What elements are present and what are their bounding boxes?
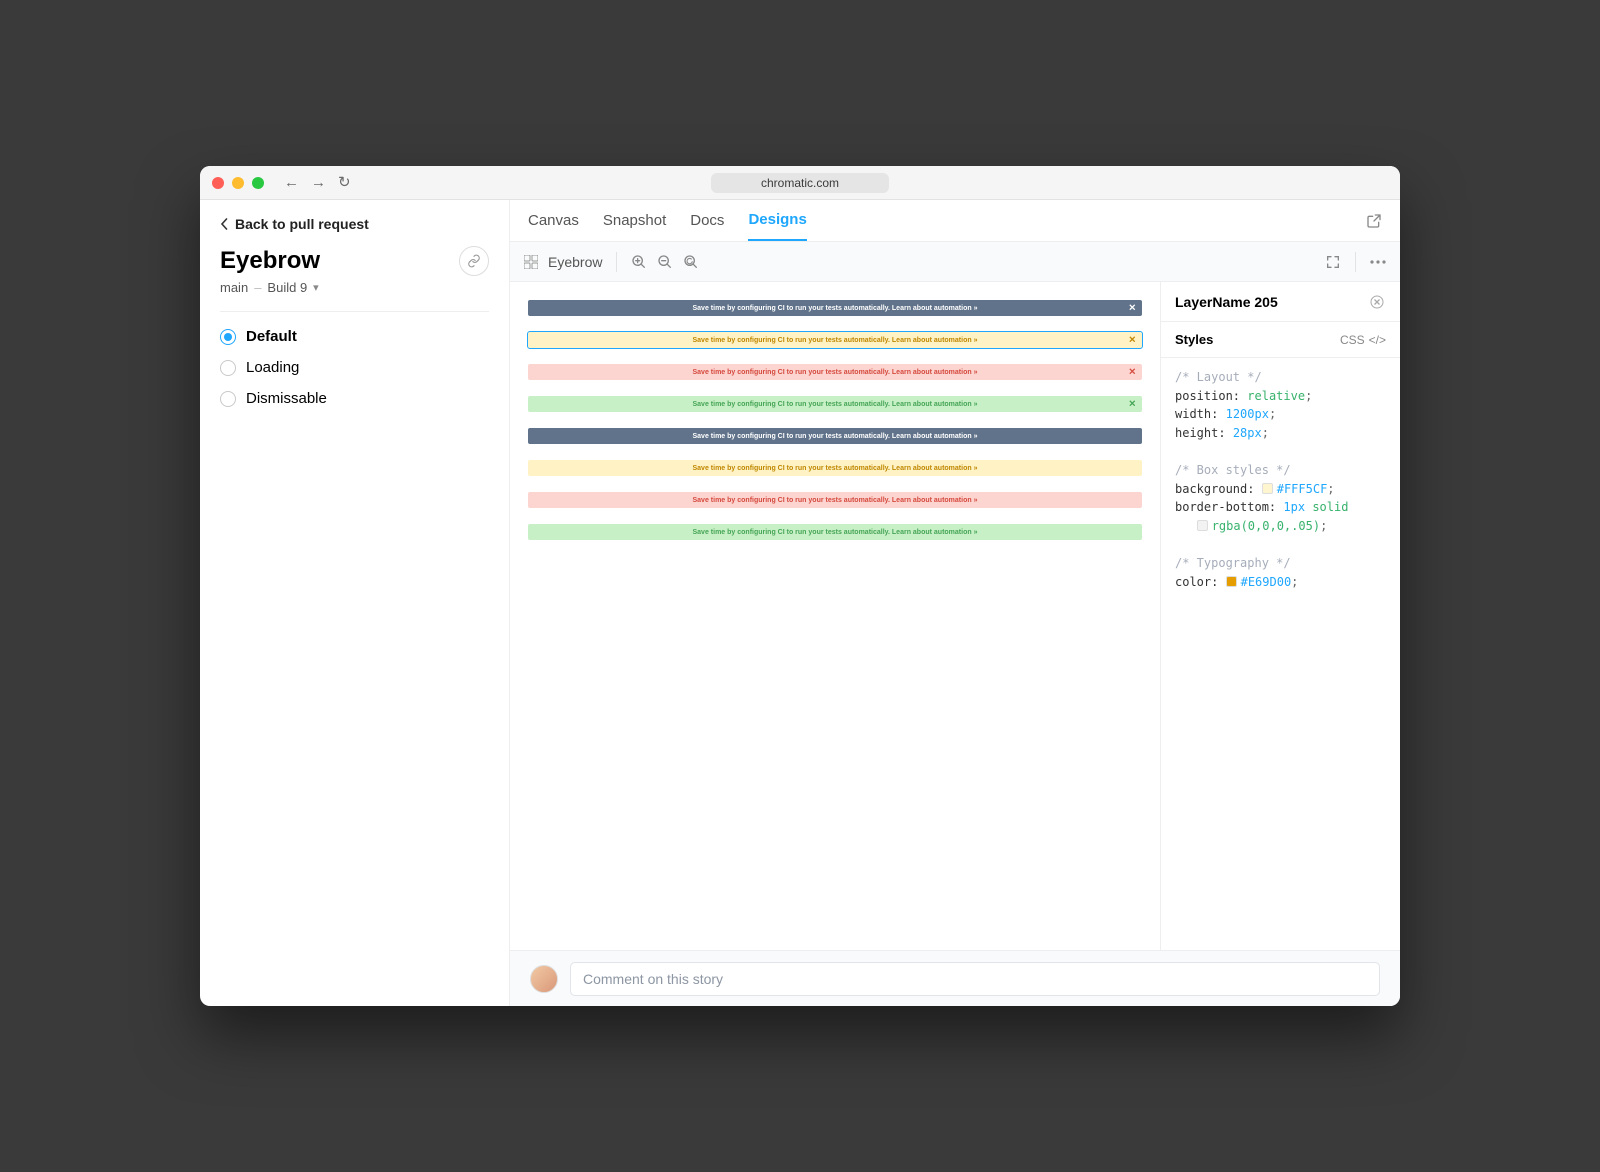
variant-item[interactable]: Default bbox=[220, 328, 489, 345]
toolbar-title: Eyebrow bbox=[548, 254, 602, 270]
eyebrow-bar-green[interactable]: Save time by configuring CI to run your … bbox=[528, 396, 1142, 412]
back-link[interactable]: Back to pull request bbox=[220, 216, 489, 232]
breadcrumb: main – Build 9 ▾ bbox=[220, 280, 489, 295]
tab-docs[interactable]: Docs bbox=[690, 200, 724, 241]
expand-button[interactable] bbox=[1325, 254, 1341, 270]
grid-icon bbox=[524, 255, 538, 269]
toolbar-divider bbox=[616, 252, 617, 272]
tabs: Canvas Snapshot Docs Designs bbox=[510, 200, 1400, 242]
external-link-icon bbox=[1366, 213, 1382, 229]
comment-footer bbox=[510, 950, 1400, 1006]
radio-icon bbox=[220, 329, 236, 345]
divider bbox=[220, 311, 489, 312]
code-icon: </> bbox=[1369, 333, 1386, 347]
breadcrumb-branch[interactable]: main bbox=[220, 280, 248, 295]
radio-icon bbox=[220, 391, 236, 407]
chevron-down-icon[interactable]: ▾ bbox=[313, 281, 319, 294]
variant-list: Default Loading Dismissable bbox=[220, 328, 489, 407]
user-avatar[interactable] bbox=[530, 965, 558, 993]
dismiss-icon[interactable]: ✕ bbox=[1128, 400, 1136, 409]
chevron-left-icon bbox=[220, 218, 229, 230]
more-menu-button[interactable] bbox=[1370, 260, 1386, 264]
nav-back-icon[interactable]: ← bbox=[284, 175, 299, 190]
css-format-toggle[interactable]: CSS </> bbox=[1340, 333, 1386, 347]
css-format-label: CSS bbox=[1340, 333, 1365, 347]
variant-label: Dismissable bbox=[246, 390, 327, 407]
canvas-toolbar: Eyebrow bbox=[510, 242, 1400, 282]
zoom-in-icon bbox=[631, 254, 647, 270]
zoom-out-button[interactable] bbox=[657, 254, 673, 270]
nav-forward-icon[interactable]: → bbox=[311, 175, 326, 190]
titlebar: ← → ↻ chromatic.com bbox=[200, 166, 1400, 200]
tab-canvas[interactable]: Canvas bbox=[528, 200, 579, 241]
copy-link-button[interactable] bbox=[459, 246, 489, 276]
open-external-button[interactable] bbox=[1366, 213, 1382, 229]
window-zoom-button[interactable] bbox=[252, 177, 264, 189]
eyebrow-bar-red[interactable]: Save time by configuring CI to run your … bbox=[528, 364, 1142, 380]
variant-label: Loading bbox=[246, 359, 299, 376]
tab-designs[interactable]: Designs bbox=[748, 200, 806, 241]
page-title: Eyebrow bbox=[220, 247, 320, 275]
window-minimize-button[interactable] bbox=[232, 177, 244, 189]
eyebrow-bar-yellow[interactable]: Save time by configuring CI to run your … bbox=[528, 460, 1142, 476]
traffic-lights bbox=[212, 177, 264, 189]
eyebrow-text: Save time by configuring CI to run your … bbox=[693, 497, 978, 504]
eyebrow-text: Save time by configuring CI to run your … bbox=[693, 337, 978, 344]
variant-item[interactable]: Loading bbox=[220, 359, 489, 376]
expand-icon bbox=[1325, 254, 1341, 270]
eyebrow-bar-gray[interactable]: Save time by configuring CI to run your … bbox=[528, 428, 1142, 444]
sidebar: Back to pull request Eyebrow main – Buil… bbox=[200, 200, 510, 1006]
eyebrow-text: Save time by configuring CI to run your … bbox=[693, 529, 978, 536]
inspector-panel: LayerName 205 Styles CSS </> /* Layout *… bbox=[1160, 282, 1400, 950]
breadcrumb-build[interactable]: Build 9 bbox=[267, 280, 307, 295]
eyebrow-bar-gray[interactable]: Save time by configuring CI to run your … bbox=[528, 300, 1142, 316]
zoom-reset-button[interactable] bbox=[683, 254, 699, 270]
close-circle-icon bbox=[1370, 295, 1384, 309]
nav-reload-icon[interactable]: ↻ bbox=[338, 175, 351, 190]
window-close-button[interactable] bbox=[212, 177, 224, 189]
variant-label: Default bbox=[246, 328, 297, 345]
zoom-in-button[interactable] bbox=[631, 254, 647, 270]
eyebrow-bar-yellow[interactable]: Save time by configuring CI to run your … bbox=[528, 332, 1142, 348]
browser-nav: ← → ↻ bbox=[284, 175, 351, 190]
variant-item[interactable]: Dismissable bbox=[220, 390, 489, 407]
tab-snapshot[interactable]: Snapshot bbox=[603, 200, 666, 241]
back-link-label: Back to pull request bbox=[235, 216, 369, 232]
eyebrow-text: Save time by configuring CI to run your … bbox=[693, 465, 978, 472]
zoom-out-icon bbox=[657, 254, 673, 270]
link-icon bbox=[467, 254, 481, 268]
inspector-close-button[interactable] bbox=[1368, 293, 1386, 311]
eyebrow-text: Save time by configuring CI to run your … bbox=[693, 401, 978, 408]
layer-name: LayerName 205 bbox=[1175, 294, 1278, 310]
css-code: /* Layout */ position: relative; width: … bbox=[1161, 358, 1400, 601]
zoom-reset-icon bbox=[683, 254, 699, 270]
breadcrumb-sep: – bbox=[254, 280, 261, 295]
eyebrow-bar-red[interactable]: Save time by configuring CI to run your … bbox=[528, 492, 1142, 508]
dismiss-icon[interactable]: ✕ bbox=[1128, 304, 1136, 313]
radio-icon bbox=[220, 360, 236, 376]
toolbar-divider bbox=[1355, 252, 1356, 272]
dismiss-icon[interactable]: ✕ bbox=[1128, 336, 1136, 345]
main: Canvas Snapshot Docs Designs Eyebrow bbox=[510, 200, 1400, 1006]
eyebrow-bar-green[interactable]: Save time by configuring CI to run your … bbox=[528, 524, 1142, 540]
eyebrow-text: Save time by configuring CI to run your … bbox=[693, 305, 978, 312]
app-window: ← → ↻ chromatic.com Back to pull request… bbox=[200, 166, 1400, 1006]
url-bar[interactable]: chromatic.com bbox=[711, 173, 889, 193]
comment-input[interactable] bbox=[570, 962, 1380, 996]
ellipsis-icon bbox=[1370, 260, 1386, 264]
inspector-section: Styles bbox=[1175, 332, 1213, 347]
eyebrow-text: Save time by configuring CI to run your … bbox=[693, 433, 978, 440]
dismiss-icon[interactable]: ✕ bbox=[1128, 368, 1136, 377]
design-canvas[interactable]: Save time by configuring CI to run your … bbox=[510, 282, 1160, 950]
eyebrow-text: Save time by configuring CI to run your … bbox=[693, 369, 978, 376]
